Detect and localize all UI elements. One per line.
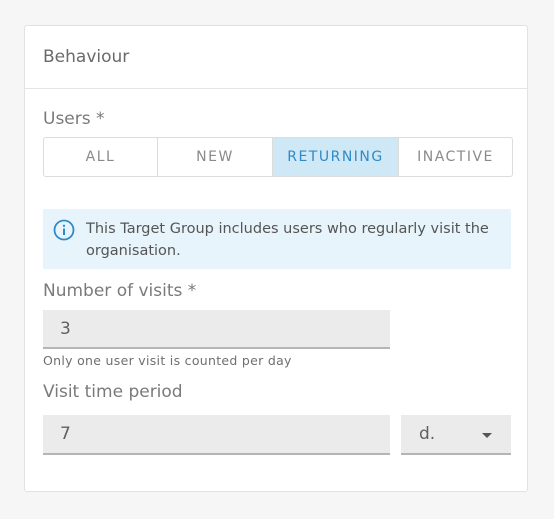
users-option-all[interactable]: ALL (44, 138, 158, 176)
chevron-down-icon (482, 433, 492, 438)
users-option-returning[interactable]: RETURNING (273, 138, 399, 176)
period-input[interactable]: 7 (43, 415, 390, 455)
info-text: This Target Group includes users who reg… (86, 221, 489, 259)
users-option-inactive[interactable]: INACTIVE (399, 138, 512, 176)
period-label: Visit time period (43, 382, 183, 402)
info-banner: This Target Group includes users who reg… (43, 209, 511, 269)
visits-label: Number of visits * (43, 281, 197, 301)
card-header: Behaviour (25, 26, 527, 89)
visits-hint: Only one user visit is counted per day (43, 353, 292, 368)
period-value: 7 (60, 424, 71, 444)
users-segmented-control: ALL NEW RETURNING INACTIVE (43, 137, 513, 177)
info-icon (53, 219, 75, 241)
visits-input[interactable]: 3 (43, 310, 390, 349)
card-title: Behaviour (43, 47, 130, 67)
users-option-new[interactable]: NEW (158, 138, 273, 176)
users-label: Users * (43, 109, 105, 129)
period-unit-select[interactable]: d. (401, 415, 511, 455)
visits-value: 3 (60, 318, 71, 339)
period-unit-value: d. (419, 424, 436, 444)
behaviour-card: Behaviour Users * ALL NEW RETURNING INAC… (24, 25, 528, 492)
